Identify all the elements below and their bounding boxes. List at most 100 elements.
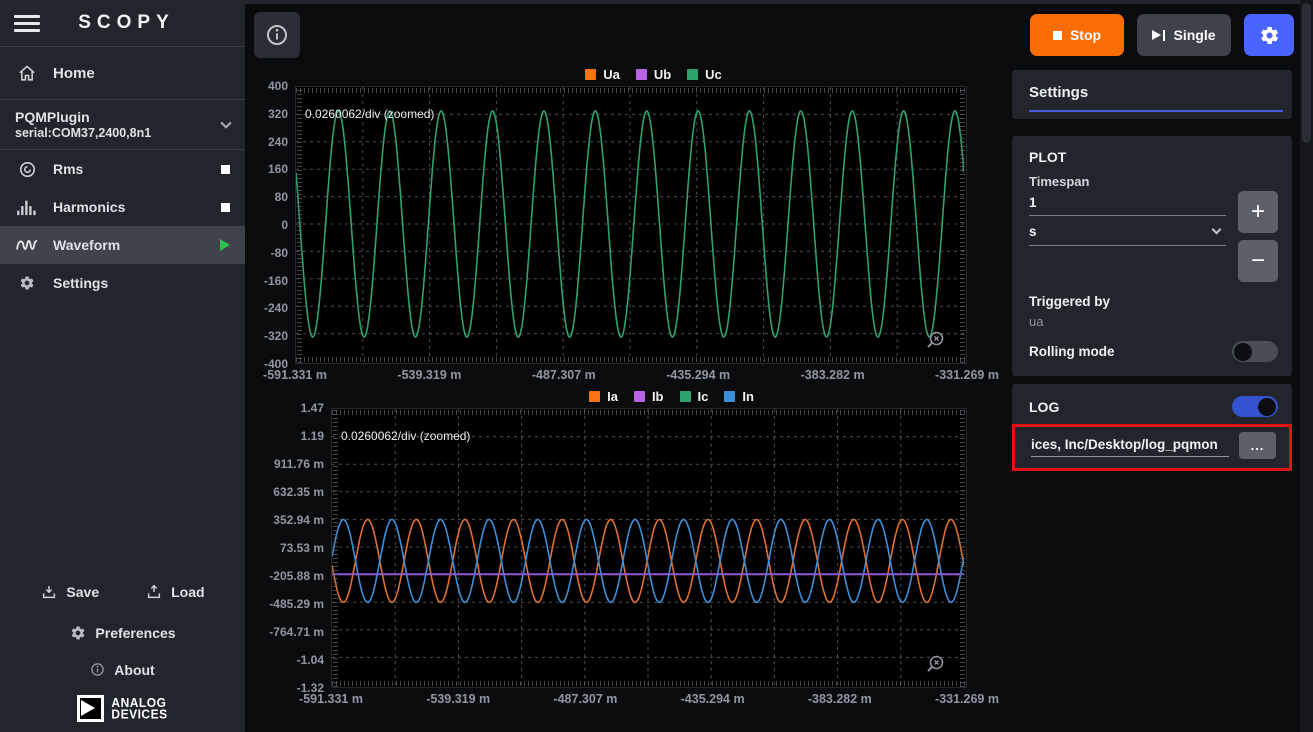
sidebar-item-settings[interactable]: Settings	[0, 264, 245, 302]
y-tick-label: 1.19	[301, 429, 324, 443]
legend-item-Ic[interactable]: Ic	[680, 389, 709, 404]
legend-label: Ua	[603, 67, 620, 82]
x-tick-label: -435.294 m	[681, 692, 745, 706]
sidebar: SCOPY Home PQMPlugin serial:COM37,2400,8…	[0, 0, 245, 732]
about-label: About	[114, 662, 154, 678]
single-button[interactable]: Single	[1137, 14, 1231, 56]
settings-panel: Settings PLOT Timespan 1 s	[1012, 66, 1313, 732]
gear-icon	[15, 272, 39, 294]
browse-button[interactable]: ...	[1239, 432, 1276, 459]
sidebar-item-home[interactable]: Home	[0, 47, 245, 100]
legend-swatch	[724, 391, 735, 402]
title-underline	[1029, 110, 1283, 112]
timespan-increment-button[interactable]: +	[1238, 191, 1278, 233]
about-button[interactable]: About	[90, 662, 154, 678]
stop-square-icon[interactable]	[221, 203, 230, 212]
legend-item-Ub[interactable]: Ub	[636, 67, 671, 82]
timespan-unit-select[interactable]: s	[1029, 216, 1226, 246]
stop-square-icon[interactable]	[221, 165, 230, 174]
waveform-trace-Ia	[332, 520, 964, 603]
scrollbar-thumb[interactable]	[1302, 3, 1311, 143]
x-axis-labels: -591.331 m-539.319 m-487.307 m-435.294 m…	[331, 688, 967, 711]
y-tick-label: 73.53 m	[280, 541, 324, 555]
axis-minor-ticks	[960, 409, 965, 687]
voltage-plot-canvas[interactable]: 0.0260062/div (zoomed)	[295, 86, 967, 364]
plot-settings-card: PLOT Timespan 1 s + −	[1012, 136, 1292, 376]
load-label: Load	[171, 584, 204, 600]
stop-label: Stop	[1070, 27, 1101, 43]
legend-item-Ua[interactable]: Ua	[585, 67, 620, 82]
waveform-icon	[15, 234, 39, 256]
axis-minor-ticks	[296, 357, 966, 362]
single-label: Single	[1173, 27, 1215, 43]
x-axis-labels: -591.331 m-539.319 m-487.307 m-435.294 m…	[295, 364, 967, 387]
unzoom-magnifier-icon[interactable]	[924, 329, 946, 356]
unzoom-magnifier-icon[interactable]	[924, 653, 946, 680]
preferences-label: Preferences	[95, 625, 175, 641]
info-button[interactable]	[254, 12, 300, 58]
unit-value: s	[1029, 224, 1037, 239]
y-tick-label: -240	[264, 301, 288, 315]
stop-button[interactable]: Stop	[1030, 14, 1124, 56]
legend-label: Ia	[607, 389, 618, 404]
voltage-plot-widget: UaUbUc 400320240160800-80-160-240-320-40…	[249, 66, 1012, 387]
y-tick-label: -80	[271, 246, 288, 260]
save-button[interactable]: Save	[40, 581, 99, 603]
sidebar-item-label: Harmonics	[53, 199, 207, 215]
sidebar-header: SCOPY	[0, 0, 245, 47]
load-button[interactable]: Load	[145, 581, 204, 603]
y-tick-label: 632.35 m	[273, 485, 324, 499]
legend-item-In[interactable]: In	[724, 389, 754, 404]
y-tick-label: -1.04	[297, 653, 324, 667]
axis-minor-ticks	[296, 88, 966, 93]
x-tick-label: -539.319 m	[397, 368, 461, 382]
save-label: Save	[66, 584, 99, 600]
panel-scrollbar[interactable]	[1300, 0, 1313, 732]
x-tick-label: -487.307 m	[532, 368, 596, 382]
legend-swatch	[634, 391, 645, 402]
info-icon	[90, 662, 106, 678]
legend-item-Ib[interactable]: Ib	[634, 389, 664, 404]
chevron-down-icon[interactable]	[220, 117, 231, 128]
sidebar-device-pqmplugin[interactable]: PQMPlugin serial:COM37,2400,8n1	[0, 100, 245, 150]
sidebar-item-waveform[interactable]: Waveform	[0, 226, 245, 264]
legend-item-Uc[interactable]: Uc	[687, 67, 722, 82]
legend-item-Ia[interactable]: Ia	[589, 389, 618, 404]
timespan-decrement-button[interactable]: −	[1238, 240, 1278, 282]
waveform-trace-In	[332, 520, 964, 603]
legend-label: Ib	[652, 389, 664, 404]
rolling-mode-toggle[interactable]	[1232, 341, 1278, 362]
axis-minor-ticks	[332, 681, 966, 686]
chevron-down-icon	[1212, 225, 1222, 235]
plot-settings-gear-button[interactable]	[1244, 14, 1294, 56]
axis-minor-ticks	[333, 409, 338, 687]
rolling-mode-label: Rolling mode	[1029, 344, 1115, 359]
plot-grid-and-traces	[332, 409, 964, 685]
legend-swatch	[687, 69, 698, 80]
y-axis-labels: 400320240160800-80-160-240-320-400	[249, 86, 295, 364]
x-tick-label: -331.269 m	[935, 368, 999, 382]
current-plot-canvas[interactable]: 0.0260062/div (zoomed)	[331, 408, 967, 688]
sidebar-item-label: Home	[53, 65, 95, 82]
y-tick-label: 911.76 m	[274, 457, 324, 471]
y-tick-label: 352.94 m	[273, 513, 324, 527]
sidebar-item-label: Rms	[53, 161, 207, 177]
log-settings-card: LOG ices, Inc/Desktop/log_pqmon ...	[1012, 384, 1292, 471]
y-tick-label: -205.88 m	[269, 569, 324, 583]
log-toggle[interactable]	[1232, 396, 1278, 417]
timespan-input[interactable]: 1	[1029, 189, 1226, 216]
sidebar-item-harmonics[interactable]: Harmonics	[0, 188, 245, 226]
log-path-input[interactable]: ices, Inc/Desktop/log_pqmon	[1031, 435, 1229, 457]
preferences-button[interactable]: Preferences	[69, 622, 175, 644]
legend-label: Ic	[698, 389, 709, 404]
adi-triangle-icon	[77, 695, 104, 722]
scale-annotation: 0.0260062/div (zoomed)	[341, 429, 470, 443]
hamburger-menu-icon[interactable]	[14, 11, 40, 36]
play-triangle-icon[interactable]	[220, 239, 230, 251]
sidebar-item-rms[interactable]: Rms	[0, 150, 245, 188]
y-tick-label: -160	[264, 274, 288, 288]
x-tick-label: -331.269 m	[935, 692, 999, 706]
timespan-label: Timespan	[1029, 174, 1226, 189]
annotation-highlight-box: ices, Inc/Desktop/log_pqmon ...	[1012, 424, 1292, 471]
legend-swatch	[585, 69, 596, 80]
